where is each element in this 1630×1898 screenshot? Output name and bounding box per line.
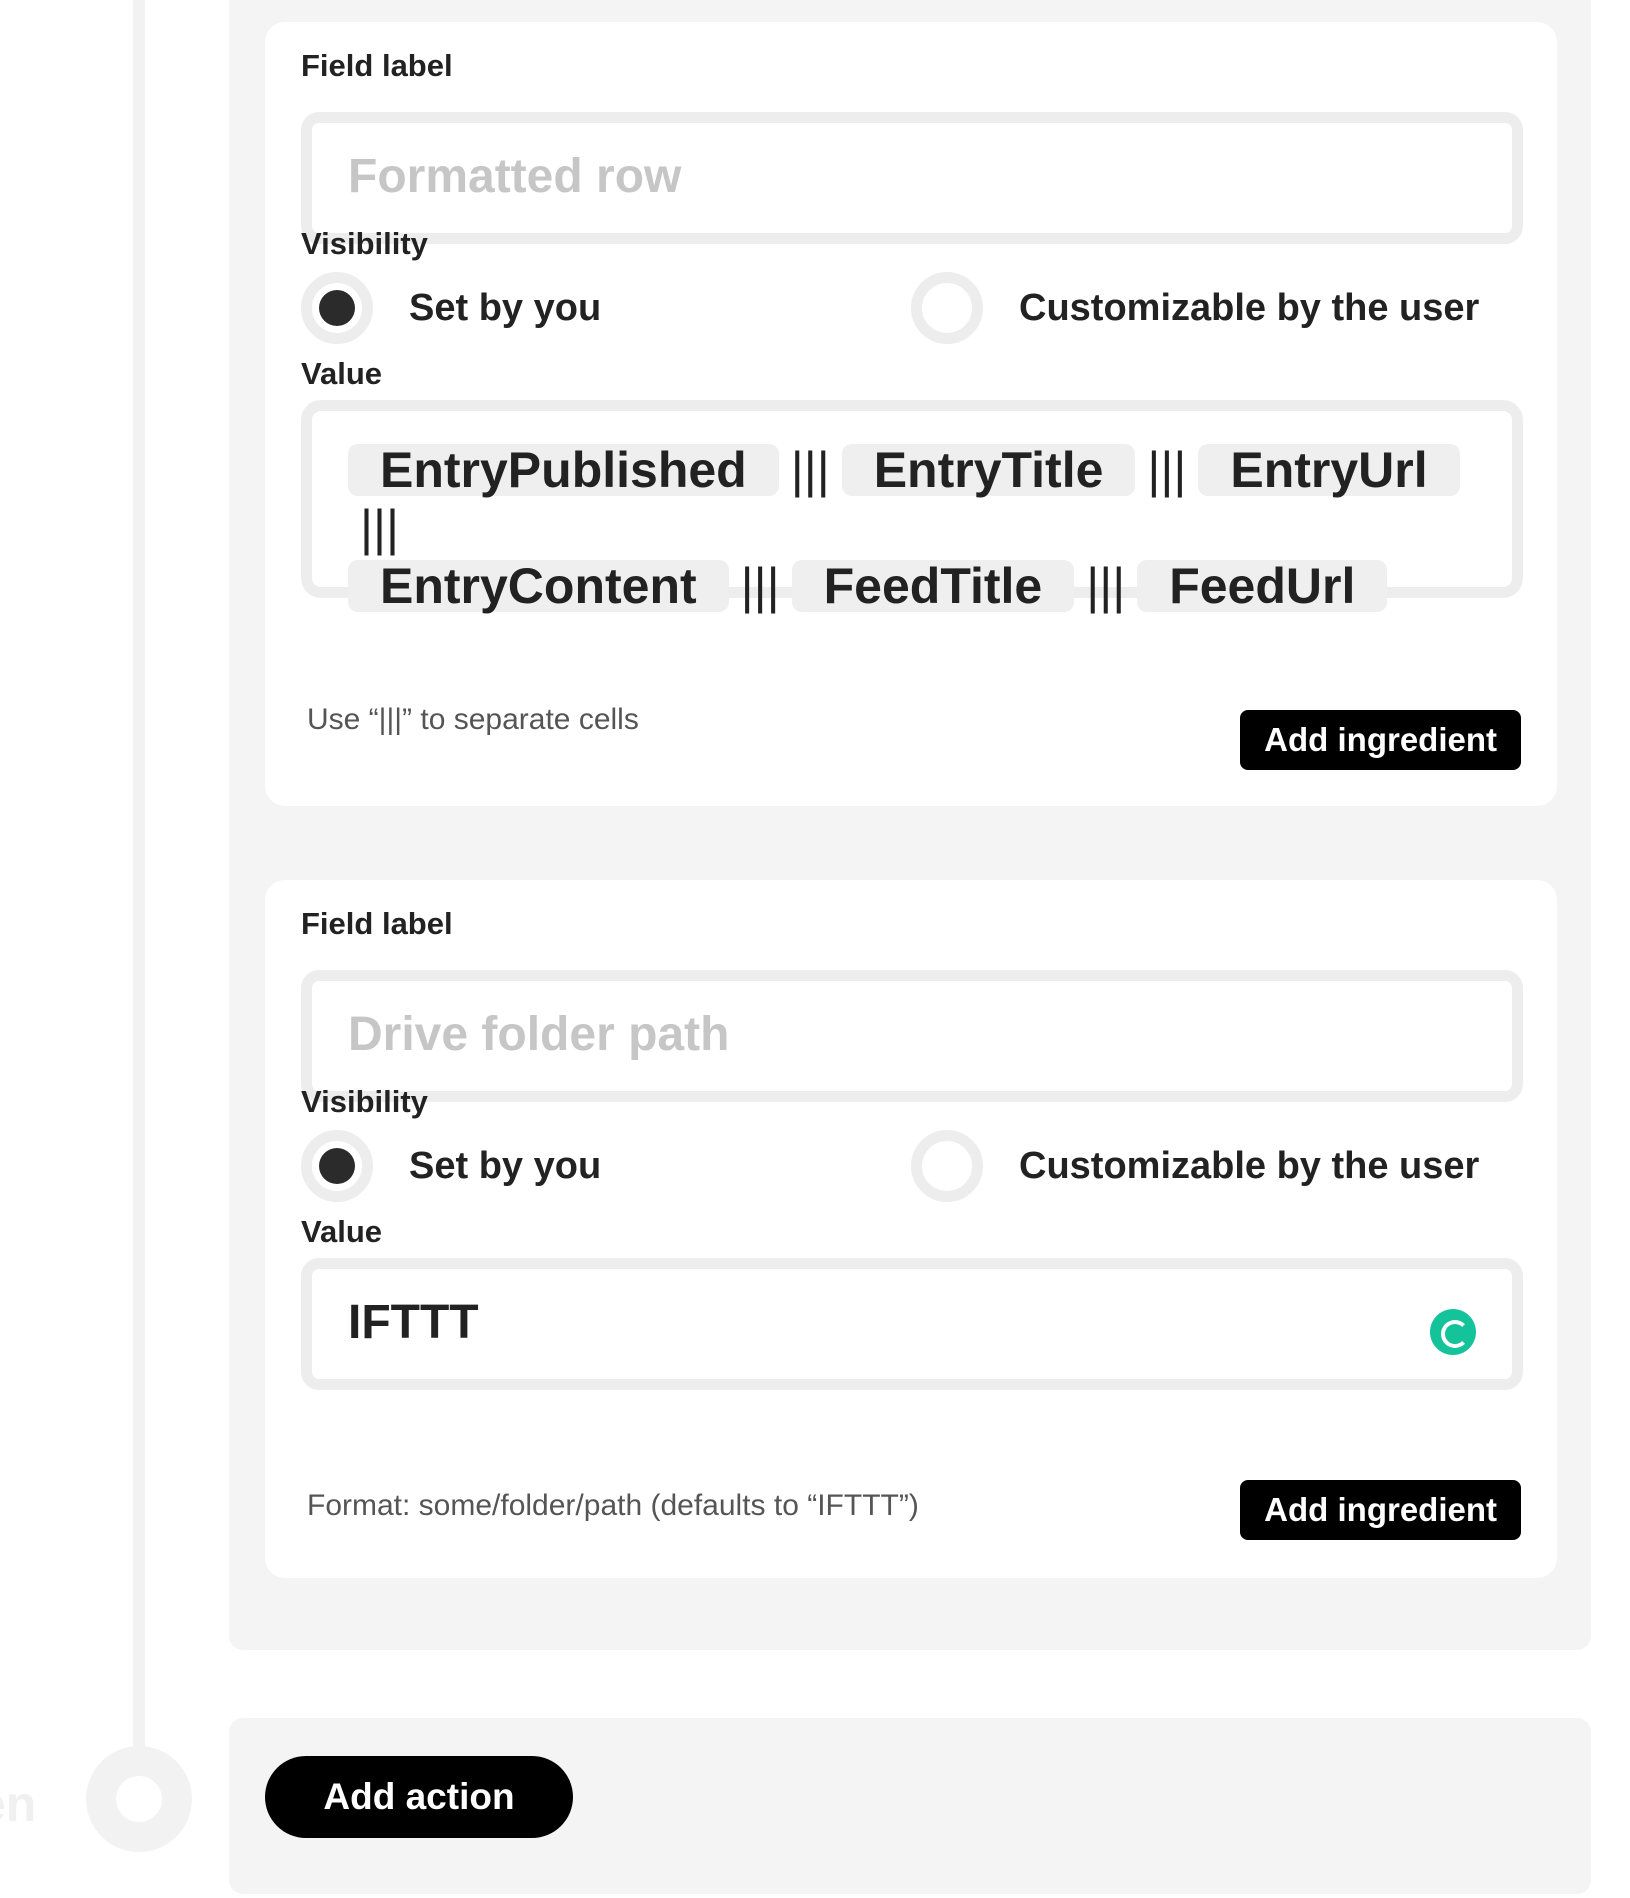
radio-button-unselected[interactable]	[911, 272, 983, 344]
ingredient-pill[interactable]: EntryContent	[348, 560, 729, 612]
timeline-node-center	[116, 1776, 162, 1822]
add-ingredient-button[interactable]: Add ingredient	[1240, 1480, 1521, 1540]
field-card-drive-folder-path: Field label Drive folder path Visibility…	[265, 880, 1557, 1578]
field-label-input[interactable]: Drive folder path	[301, 970, 1523, 1102]
radio-selected-dot	[319, 1148, 355, 1184]
ingredient-pill[interactable]: EntryPublished	[348, 444, 779, 496]
value-input[interactable]: EntryPublished ||| EntryTitle ||| EntryUrl||…	[301, 400, 1523, 614]
ingredient-pill[interactable]: EntryUrl	[1198, 444, 1460, 496]
grammarly-icon[interactable]	[1430, 1309, 1476, 1355]
cell-separator: |||	[740, 558, 780, 614]
ingredient-pill[interactable]: FeedTitle	[791, 560, 1075, 612]
value-heading: Value	[301, 356, 382, 391]
cell-separator: |||	[360, 500, 399, 556]
visibility-radio-group: Set by you Customizable by the user	[301, 1130, 1521, 1202]
radio-button-selected[interactable]	[301, 272, 373, 344]
add-action-button[interactable]: Add action	[265, 1756, 573, 1838]
visibility-option-label: Set by you	[409, 287, 602, 329]
ingredient-pill[interactable]: FeedUrl	[1137, 560, 1388, 612]
field-label-heading: Field label	[301, 906, 453, 941]
folder-path-value: IFTTT	[348, 1296, 479, 1349]
cell-separator: |||	[1147, 442, 1187, 498]
cell-separator: |||	[790, 442, 830, 498]
field-card-formatted-row: Field label Formatted row Visibility Set…	[265, 22, 1557, 806]
radio-button-unselected[interactable]	[911, 1130, 983, 1202]
value-heading: Value	[301, 1214, 382, 1249]
add-action-panel: Add action	[229, 1718, 1591, 1894]
ingredient-pill[interactable]: EntryTitle	[841, 444, 1136, 496]
visibility-heading: Visibility	[301, 226, 428, 261]
value-help-text: Use “|||” to separate cells	[307, 703, 639, 736]
timeline-connector	[133, 0, 145, 1755]
field-label-placeholder: Formatted row	[348, 150, 682, 203]
visibility-heading: Visibility	[301, 1084, 428, 1119]
cell-separator: |||	[1086, 558, 1126, 614]
visibility-radio-group: Set by you Customizable by the user	[301, 272, 1521, 344]
add-ingredient-button[interactable]: Add ingredient	[1240, 710, 1521, 770]
visibility-option-label: Customizable by the user	[1019, 287, 1480, 329]
value-ingredient-list: EntryPublished ||| EntryTitle ||| EntryUrl||…	[348, 441, 1488, 615]
value-help-text: Format: some/folder/path (defaults to “I…	[307, 1489, 919, 1522]
radio-selected-dot	[319, 290, 355, 326]
timeline-node	[86, 1746, 192, 1852]
visibility-option-label: Set by you	[409, 1145, 602, 1187]
field-label-heading: Field label	[301, 48, 453, 83]
field-label-input[interactable]: Formatted row	[301, 112, 1523, 244]
field-label-placeholder: Drive folder path	[348, 1008, 730, 1061]
visibility-option-label: Customizable by the user	[1019, 1145, 1480, 1187]
radio-button-selected[interactable]	[301, 1130, 373, 1202]
folder-path-value-input[interactable]: IFTTT	[301, 1258, 1523, 1390]
timeline-step-label: en	[0, 1776, 37, 1832]
